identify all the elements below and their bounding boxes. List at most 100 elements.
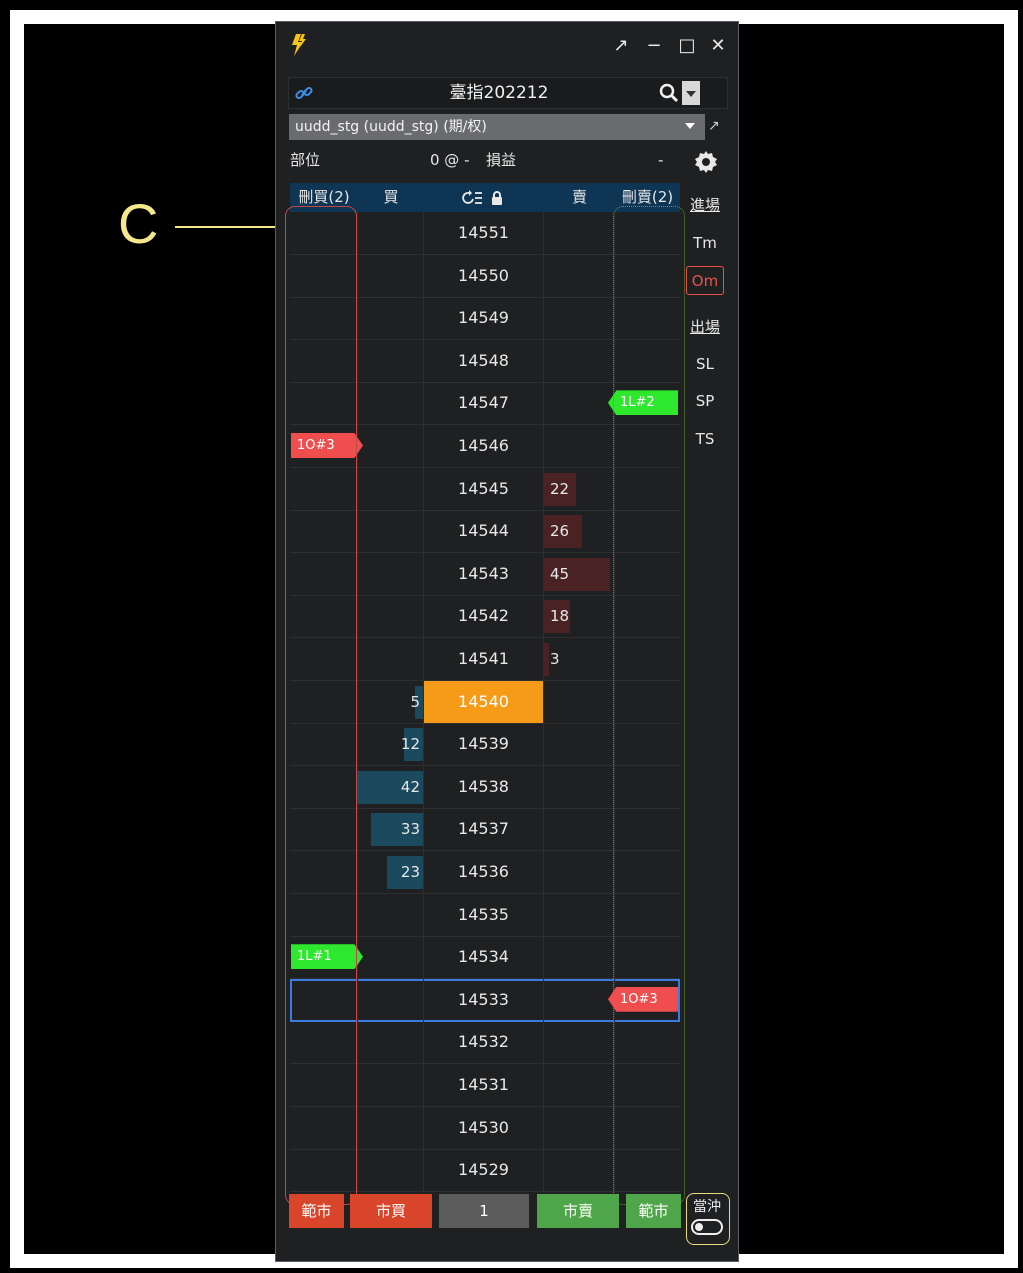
sell-cell[interactable]: 3 xyxy=(544,638,615,680)
sell-cell[interactable] xyxy=(544,382,615,425)
market-buy-button[interactable]: 市買 xyxy=(350,1194,432,1228)
tm-button[interactable]: Tm xyxy=(685,234,725,252)
buy-cell[interactable] xyxy=(358,893,424,936)
recenter-icon xyxy=(462,189,482,204)
price-cell: 14533 xyxy=(424,978,544,1021)
sell-cell[interactable]: 18 xyxy=(544,595,615,638)
day-trade-toggle[interactable] xyxy=(691,1219,723,1235)
exit-label[interactable]: 出場 xyxy=(685,316,725,337)
flatten-market-left-button[interactable]: 範市 xyxy=(289,1194,344,1228)
price-cell: 14547 xyxy=(424,382,544,425)
buy-cell[interactable]: 33 xyxy=(358,808,424,851)
price-cell: 14531 xyxy=(424,1064,544,1106)
buy-cell[interactable] xyxy=(358,212,424,254)
buy-cell[interactable] xyxy=(358,936,424,979)
price-cell: 14546 xyxy=(424,425,544,467)
buy-cell[interactable]: 12 xyxy=(358,723,424,766)
sell-cell[interactable] xyxy=(544,680,615,723)
price-cell: 14551 xyxy=(424,212,544,254)
price-cell: 14538 xyxy=(424,765,544,808)
close-icon[interactable]: ✕ xyxy=(706,34,730,58)
maximize-icon[interactable]: □ xyxy=(675,34,699,58)
buy-cell[interactable] xyxy=(358,297,424,340)
price-cell: 14543 xyxy=(424,552,544,595)
buy-cell[interactable] xyxy=(358,978,424,1021)
sell-cell[interactable]: 26 xyxy=(544,510,615,553)
buy-cell[interactable]: 42 xyxy=(357,765,424,808)
buy-cell[interactable] xyxy=(358,425,424,467)
buy-cell[interactable] xyxy=(358,595,424,638)
sp-button[interactable]: SP xyxy=(685,392,725,410)
price-cell: 14545 xyxy=(424,467,544,510)
buy-cell[interactable]: 5 xyxy=(358,680,424,723)
sl-button[interactable]: SL xyxy=(685,355,725,373)
sell-cell[interactable] xyxy=(544,1064,615,1106)
price-cell: 14536 xyxy=(424,851,544,893)
bid-volume: 42 xyxy=(400,777,420,796)
chevron-down-icon xyxy=(685,123,695,129)
sell-cell[interactable] xyxy=(544,425,615,467)
pnl-value: - xyxy=(658,151,664,169)
buy-cell[interactable] xyxy=(358,467,424,510)
price-cell: 14539 xyxy=(424,723,544,766)
bid-volume: 5 xyxy=(410,692,420,711)
buy-cell[interactable] xyxy=(358,1064,424,1106)
strategy-select[interactable]: uudd_stg (uudd_stg) (期/权) xyxy=(289,114,705,140)
price-cell: 14542 xyxy=(424,595,544,638)
buy-cell[interactable] xyxy=(358,339,424,382)
sell-cell[interactable] xyxy=(544,765,615,808)
gear-icon[interactable] xyxy=(694,150,718,174)
om-button[interactable]: Om xyxy=(686,266,724,295)
quantity-input[interactable]: 1 xyxy=(439,1194,529,1228)
buy-cell[interactable] xyxy=(358,254,424,297)
price-cell: 14530 xyxy=(424,1106,544,1149)
price-cell: 14532 xyxy=(424,1021,544,1064)
sell-cell[interactable] xyxy=(544,212,615,254)
ask-volume: 18 xyxy=(550,607,570,626)
market-sell-button[interactable]: 市賣 xyxy=(537,1194,619,1228)
entry-label[interactable]: 進場 xyxy=(685,194,725,215)
buy-cell[interactable] xyxy=(358,382,424,425)
price-cell: 14544 xyxy=(424,510,544,553)
sell-cell[interactable] xyxy=(544,893,615,936)
symbol-dropdown-button[interactable] xyxy=(682,81,700,105)
search-icon[interactable] xyxy=(659,83,679,103)
buy-cell[interactable] xyxy=(358,1021,424,1064)
sell-cell[interactable]: 22 xyxy=(544,467,615,510)
sell-cell[interactable] xyxy=(544,1021,615,1064)
position-label: 部位 xyxy=(290,151,321,169)
buy-cell[interactable] xyxy=(358,552,424,595)
pin-icon[interactable]: ↗ xyxy=(609,34,633,58)
lock-icon xyxy=(492,190,502,205)
sell-cell[interactable] xyxy=(544,254,615,297)
buy-cell[interactable] xyxy=(358,1149,424,1192)
sell-cell[interactable] xyxy=(544,978,615,1021)
symbol-bar: 臺指202212 xyxy=(288,77,728,109)
pin-strategy-icon[interactable]: ↗ xyxy=(708,118,726,136)
sell-cell[interactable]: 45 xyxy=(544,552,615,595)
flatten-market-right-button[interactable]: 範市 xyxy=(626,1194,681,1228)
buy-cell[interactable] xyxy=(358,638,424,680)
title-bar: ↗ − □ ✕ xyxy=(276,22,738,70)
buy-cell[interactable] xyxy=(358,1106,424,1149)
position-value: 0 @ - xyxy=(430,151,470,169)
symbol-input[interactable]: 臺指202212 xyxy=(379,78,619,108)
sell-cell[interactable] xyxy=(544,1106,615,1149)
sell-cell[interactable] xyxy=(544,723,615,766)
sell-cell[interactable] xyxy=(544,339,615,382)
ask-volume: 3 xyxy=(550,650,560,668)
price-cell: 14550 xyxy=(424,254,544,297)
minimize-icon[interactable]: − xyxy=(642,34,666,58)
sell-cell[interactable] xyxy=(544,851,615,893)
price-cell: 14540 xyxy=(424,680,544,723)
sell-cell[interactable] xyxy=(544,808,615,851)
sell-cell[interactable] xyxy=(544,1149,615,1192)
sell-cell[interactable] xyxy=(544,297,615,340)
price-column-header xyxy=(424,183,544,212)
buy-cell[interactable] xyxy=(358,510,424,553)
buy-cell[interactable]: 23 xyxy=(358,851,424,893)
price-cell: 14537 xyxy=(424,808,544,851)
ts-button[interactable]: TS xyxy=(685,430,725,448)
sell-cell[interactable] xyxy=(544,936,615,979)
link-icon[interactable] xyxy=(295,84,313,102)
